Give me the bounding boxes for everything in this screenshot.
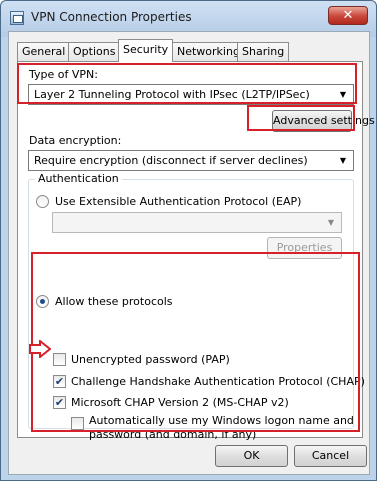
- pointer-arrow-icon: [29, 340, 51, 358]
- vpn-properties-window: VPN Connection Properties ✕ General Opti…: [0, 0, 377, 481]
- encryption-dropdown[interactable]: Require encryption (disconnect if server…: [28, 150, 354, 171]
- window-title: VPN Connection Properties: [31, 10, 192, 24]
- advanced-settings-highlight-box: [247, 105, 355, 131]
- tab-general[interactable]: General: [17, 42, 71, 61]
- eap-label: Use Extensible Authentication Protocol (…: [55, 195, 302, 208]
- authentication-group-title: Authentication: [35, 172, 122, 185]
- chevron-down-icon: ▼: [327, 218, 335, 227]
- tab-networking[interactable]: Networking: [172, 42, 245, 61]
- network-connection-icon: [10, 11, 24, 25]
- ok-button[interactable]: OK: [215, 445, 288, 467]
- vpn-type-highlight-box: [17, 63, 357, 104]
- encryption-label: Data encryption:: [29, 134, 122, 147]
- encryption-value: Require encryption (disconnect if server…: [34, 154, 308, 167]
- tab-sharing[interactable]: Sharing: [237, 42, 290, 61]
- eap-method-dropdown[interactable]: ▼: [52, 212, 342, 233]
- chevron-down-icon: ▼: [339, 156, 347, 165]
- close-button[interactable]: ✕: [328, 6, 368, 25]
- cancel-button[interactable]: Cancel: [294, 445, 367, 467]
- eap-radio[interactable]: [36, 195, 49, 208]
- tab-security[interactable]: Security: [118, 39, 174, 62]
- tab-options[interactable]: Options: [68, 42, 121, 61]
- protocols-highlight-box: [31, 252, 360, 432]
